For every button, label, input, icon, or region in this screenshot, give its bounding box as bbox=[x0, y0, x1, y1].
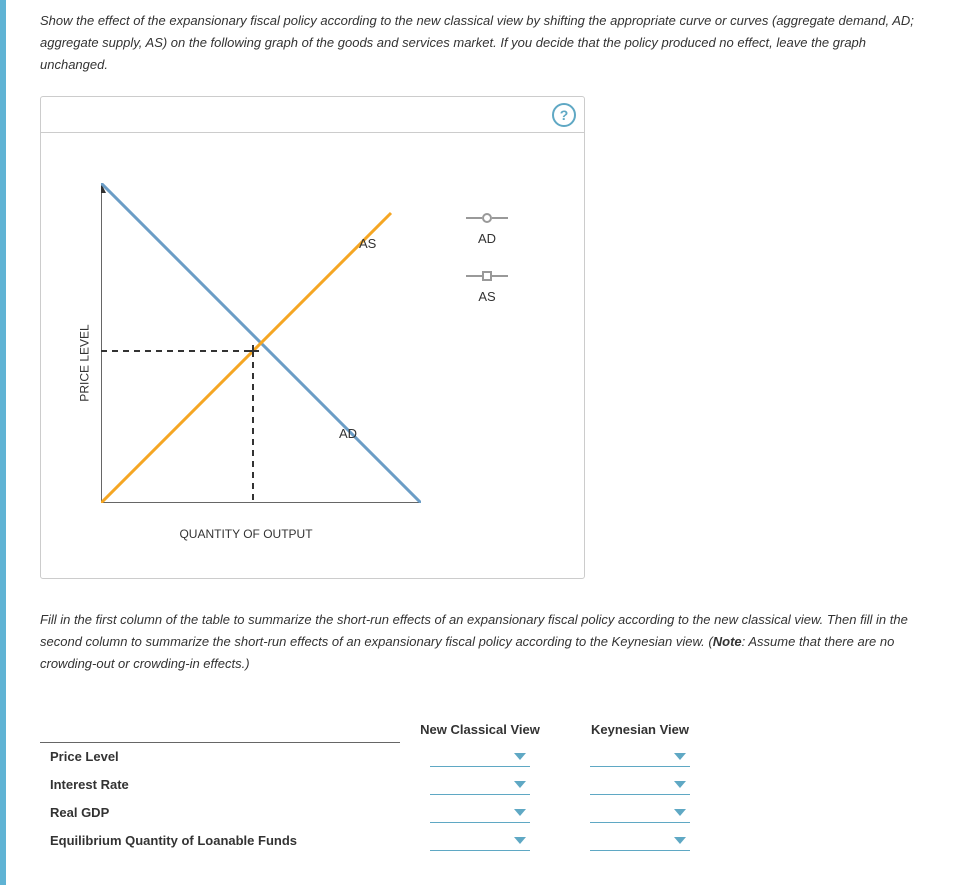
table-row: Equilibrium Quantity of Loanable Funds bbox=[40, 827, 720, 855]
chevron-down-icon bbox=[674, 781, 686, 788]
dropdown-keynesian-price[interactable] bbox=[590, 747, 690, 767]
col-header-new-classical: New Classical View bbox=[400, 716, 560, 743]
x-axis-label: QUANTITY OF OUTPUT bbox=[179, 527, 312, 541]
chevron-down-icon bbox=[514, 809, 526, 816]
as-curve[interactable] bbox=[101, 213, 391, 503]
circle-handle-icon bbox=[482, 213, 492, 223]
chevron-down-icon bbox=[674, 753, 686, 760]
row-label: Equilibrium Quantity of Loanable Funds bbox=[40, 827, 400, 855]
y-axis-label: PRICE LEVEL bbox=[78, 325, 92, 402]
plot-area[interactable]: AS AD bbox=[101, 183, 421, 503]
chevron-down-icon bbox=[514, 781, 526, 788]
row-label: Price Level bbox=[40, 743, 400, 771]
dropdown-keynesian-loanable[interactable] bbox=[590, 831, 690, 851]
legend-handle-as bbox=[466, 271, 508, 281]
chevron-down-icon bbox=[674, 837, 686, 844]
table-row: Real GDP bbox=[40, 799, 720, 827]
instruction-1: Show the effect of the expansionary fisc… bbox=[40, 10, 935, 76]
effects-table: New Classical View Keynesian View Price … bbox=[40, 716, 720, 855]
table-row: Interest Rate bbox=[40, 771, 720, 799]
graph-container[interactable]: PRICE LEVEL bbox=[56, 163, 436, 563]
graph-toolbar: ? bbox=[41, 97, 584, 133]
table-row: Price Level bbox=[40, 743, 720, 771]
dropdown-keynesian-interest[interactable] bbox=[590, 775, 690, 795]
ad-label: AD bbox=[339, 426, 357, 441]
legend-handle-ad bbox=[466, 213, 508, 223]
chevron-down-icon bbox=[514, 753, 526, 760]
table-body: Price Level Interest Rate Real GDP Equil… bbox=[40, 743, 720, 855]
graph-panel: ? PRICE LEVEL bbox=[40, 96, 585, 579]
legend: AD AS bbox=[466, 163, 508, 563]
dropdown-new-classical-price[interactable] bbox=[430, 747, 530, 767]
dropdown-keynesian-gdp[interactable] bbox=[590, 803, 690, 823]
dropdown-new-classical-loanable[interactable] bbox=[430, 831, 530, 851]
chevron-down-icon bbox=[514, 837, 526, 844]
dropdown-new-classical-gdp[interactable] bbox=[430, 803, 530, 823]
dropdown-new-classical-interest[interactable] bbox=[430, 775, 530, 795]
row-label: Real GDP bbox=[40, 799, 400, 827]
legend-item-ad[interactable]: AD bbox=[466, 213, 508, 246]
legend-label-as: AS bbox=[466, 289, 508, 304]
plot-svg bbox=[101, 183, 421, 503]
legend-item-as[interactable]: AS bbox=[466, 271, 508, 304]
chevron-down-icon bbox=[674, 809, 686, 816]
instruction-2: Fill in the first column of the table to… bbox=[40, 609, 935, 675]
row-label: Interest Rate bbox=[40, 771, 400, 799]
help-button[interactable]: ? bbox=[552, 103, 576, 127]
as-label: AS bbox=[359, 236, 376, 251]
square-handle-icon bbox=[482, 271, 492, 281]
legend-label-ad: AD bbox=[466, 231, 508, 246]
col-header-keynesian: Keynesian View bbox=[560, 716, 720, 743]
